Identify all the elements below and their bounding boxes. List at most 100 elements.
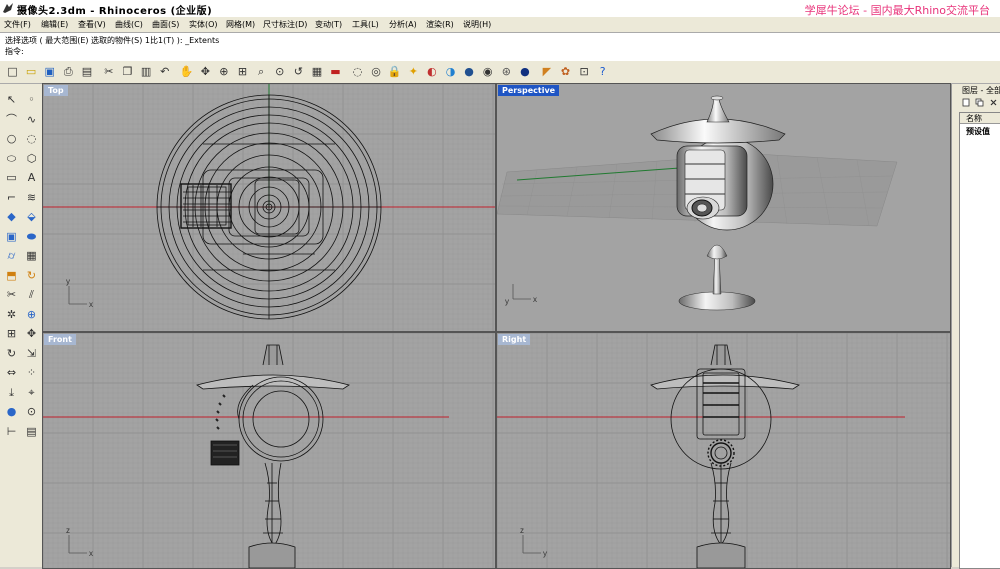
revolve-icon[interactable]: ↻ [24,268,39,283]
extrude-icon[interactable]: ⬙ [24,209,39,224]
viewport-top-canvas[interactable]: x y [43,84,495,331]
menu-item-11[interactable]: 渲染(R) [426,19,454,30]
menu-item-4[interactable]: 曲面(S) [152,19,179,30]
wireframe-sphere-icon[interactable]: ⊛ [499,64,514,79]
car-icon[interactable]: ▬ [328,64,343,79]
zoom-selected-icon[interactable]: ⌕ [254,64,269,79]
menu-item-0[interactable]: 文件(F) [4,19,31,30]
group-icon[interactable]: ⊞ [4,326,19,341]
show-icon[interactable]: ◎ [369,64,384,79]
pan-hand-icon[interactable]: ✋ [179,64,194,79]
viewport-right-label[interactable]: Right [498,334,531,345]
menu-item-10[interactable]: 分析(A) [389,19,417,30]
rectangle-icon[interactable]: ▭ [4,170,19,185]
mirror-icon[interactable]: ⇔ [4,365,19,380]
rendered-sphere-icon[interactable]: ● [462,64,477,79]
viewport-right-canvas[interactable]: y z [497,333,950,568]
viewport-front[interactable]: Front x z [42,332,496,569]
options-icon[interactable]: ✿ [558,64,573,79]
four-viewports-icon[interactable]: ▦ [309,64,324,79]
array-icon[interactable]: ⁘ [24,365,39,380]
viewport-front-canvas[interactable]: x z [43,333,495,568]
point-icon[interactable]: ↖ [4,92,19,107]
layer-default-row[interactable]: 预设值 [966,126,990,137]
boolean-union-icon[interactable]: ⬬ [24,229,39,244]
select-icon[interactable]: ◤ [539,64,554,79]
menu-item-7[interactable]: 尺寸标注(D) [263,19,307,30]
trim-icon[interactable]: ✂ [4,287,19,302]
cylinder-icon[interactable]: ⌭ [4,248,19,263]
ellipse-icon[interactable]: ⬭ [4,151,19,166]
print-icon[interactable]: ⎙ [61,64,76,79]
lock-icon[interactable]: 🔒 [387,64,402,79]
menu-item-3[interactable]: 曲线(C) [115,19,143,30]
zoom-window-icon[interactable]: ⊕ [216,64,231,79]
scale-icon[interactable]: ⇲ [24,346,39,361]
viewport-top[interactable]: Top x y [42,83,496,332]
paste-icon[interactable]: ▥ [139,64,154,79]
layer-icon[interactable]: ▤ [24,424,39,439]
box-solid-icon[interactable]: ▣ [4,229,19,244]
menu-item-6[interactable]: 网格(M) [226,19,255,30]
analyze-icon[interactable]: ⌖ [24,385,39,400]
join-icon[interactable]: ⊕ [24,307,39,322]
circle-icon[interactable]: ○ [4,131,19,146]
rotate-view-icon[interactable]: ✥ [198,64,213,79]
menu-item-8[interactable]: 变动(T) [315,19,342,30]
menu-item-9[interactable]: 工具(L) [352,19,379,30]
hide-icon[interactable]: ◌ [350,64,365,79]
grid-snap-icon[interactable]: ⊡ [577,64,592,79]
move-icon[interactable]: ✥ [24,326,39,341]
offset-icon[interactable]: ≋ [24,190,39,205]
undo-view-icon[interactable]: ↺ [291,64,306,79]
new-file-icon[interactable]: □ [5,64,20,79]
surface-icon[interactable]: ◆ [4,209,19,224]
zoom-extents-icon[interactable]: ⊞ [235,64,250,79]
material-icon[interactable]: ◑ [443,64,458,79]
viewport-perspective[interactable]: Perspective x y [496,83,951,332]
light-icon[interactable]: ✦ [406,64,421,79]
copy-layer-icon[interactable] [975,98,984,107]
menu-item-2[interactable]: 查看(V) [78,19,106,30]
polyline-icon[interactable]: ⌒ [4,112,19,127]
import-icon[interactable]: ▤ [79,64,94,79]
viewport-perspective-canvas[interactable]: x y [497,84,950,331]
render-icon[interactable]: ● [4,404,19,419]
text-icon[interactable]: A [24,170,39,185]
zoom-icon[interactable]: ⊙ [272,64,287,79]
layer-name-column-header[interactable]: 名称 [960,113,1000,124]
open-file-icon[interactable]: ▭ [24,64,39,79]
project-icon[interactable]: ⤓ [4,385,19,400]
polygon-icon[interactable]: ⬡ [24,151,39,166]
menu-item-5[interactable]: 实体(O) [189,19,218,30]
viewport-top-label[interactable]: Top [44,85,68,96]
delete-layer-icon[interactable] [989,98,998,107]
rotate-icon[interactable]: ↻ [4,346,19,361]
loft-icon[interactable]: ⬒ [4,268,19,283]
viewport-front-label[interactable]: Front [44,334,76,345]
cut-icon[interactable]: ✂ [101,64,116,79]
command-input[interactable] [31,44,935,55]
fillet-icon[interactable]: ⌐ [4,190,19,205]
curve-icon[interactable]: ∿ [24,112,39,127]
explode-icon[interactable]: ✲ [4,307,19,322]
help-icon[interactable]: ? [595,64,610,79]
shaded-sphere-icon[interactable]: ◉ [480,64,495,79]
camera-icon[interactable]: ⊙ [24,404,39,419]
dimension-icon[interactable]: ⊢ [4,424,19,439]
viewport-perspective-label[interactable]: Perspective [498,85,560,96]
save-icon[interactable]: ▣ [42,64,57,79]
copy-icon[interactable]: ❐ [120,64,135,79]
arc-icon[interactable]: ◌ [24,131,39,146]
color-icon[interactable]: ◐ [424,64,439,79]
split-icon[interactable]: ⫽ [24,287,39,302]
undo-icon[interactable]: ↶ [157,64,172,79]
menu-item-1[interactable]: 编辑(E) [41,19,68,30]
viewport-right[interactable]: Right y z [496,332,951,569]
new-layer-icon[interactable] [962,98,971,107]
mesh-icon[interactable]: ▦ [24,248,39,263]
right-view-model [650,344,800,568]
menu-item-12[interactable]: 说明(H) [463,19,491,30]
render-sphere-icon[interactable]: ● [517,64,532,79]
select-points-icon[interactable]: ◦ [24,92,39,107]
